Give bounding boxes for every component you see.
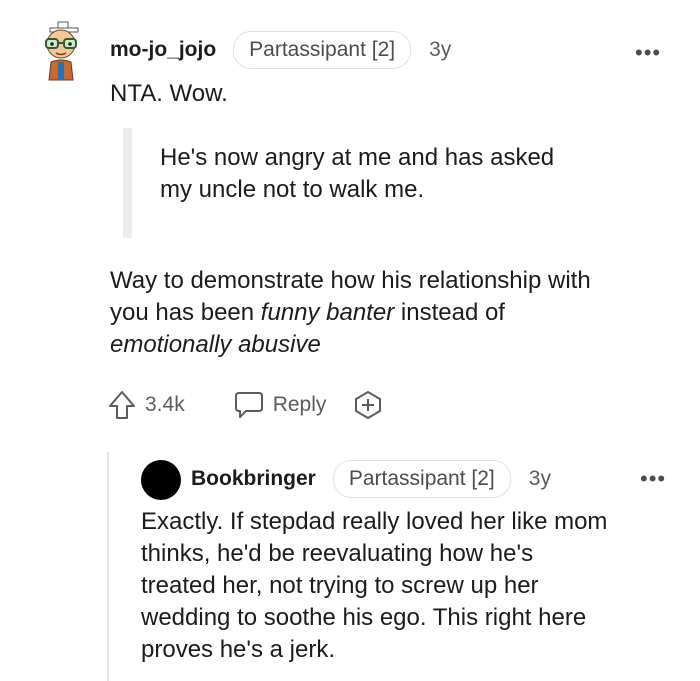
comment-paragraph-line: emotionally abusive [110,329,321,361]
reply-age: 3y [528,467,551,490]
upvote-button[interactable]: 3.4k [107,389,185,421]
comment-text-line: NTA. Wow. [110,80,228,107]
username[interactable]: mo-jo_jojo [110,38,216,62]
reply-label: Reply [272,393,327,416]
reply-user-flair: Partassipant [2] [332,460,511,498]
award-button[interactable] [352,389,384,421]
text-segment: you has been [110,299,261,326]
comment-paragraph-line: Way to demonstrate how his relationship … [110,267,591,294]
reply-button[interactable]: Reply [233,390,327,420]
comment-header: mo-jo_jojo Partassipant [2] 3y [110,30,451,70]
reply-text-line: treated her, not trying to screw up her [141,572,539,599]
comment-actions: 3.4k Reply [107,387,384,423]
arrow-up-icon [109,391,135,419]
reply-text-line: proves he's a jerk. [141,636,336,663]
add-award-icon [355,391,382,419]
italic-text: funny banter [260,299,395,326]
reply-header: Bookbringer Partassipant [2] 3y [191,460,551,498]
blockquote-bar [123,128,132,238]
blockquote-line: my uncle not to walk me. [160,176,425,203]
user-flair: Partassipant [2] [233,31,412,69]
reply-avatar[interactable] [141,460,181,500]
reply-more-options-icon[interactable]: ••• [640,466,666,492]
more-options-icon[interactable]: ••• [635,40,661,66]
reply-text-line: Exactly. If stepdad really loved her lik… [141,508,608,535]
italic-text: emotionally abusive [110,331,321,358]
reply-text-line: wedding to soothe his ego. This right he… [141,604,587,631]
reply-text: Exactly. If stepdad really loved her lik… [141,506,686,666]
reply-username[interactable]: Bookbringer [191,467,316,491]
comment-paragraph-line: you has been funny banter instead of [110,297,505,329]
comment-age: 3y [429,38,452,61]
speech-bubble-icon [234,392,263,418]
reply-text-line: thinks, he'd be reevaluating how he's [141,540,534,567]
user-avatar[interactable] [36,20,86,82]
text-segment: instead of [394,299,505,326]
thread-line[interactable] [107,452,109,681]
vote-count: 3.4k [145,393,185,416]
blockquote-line: He's now angry at me and has asked [160,144,555,171]
